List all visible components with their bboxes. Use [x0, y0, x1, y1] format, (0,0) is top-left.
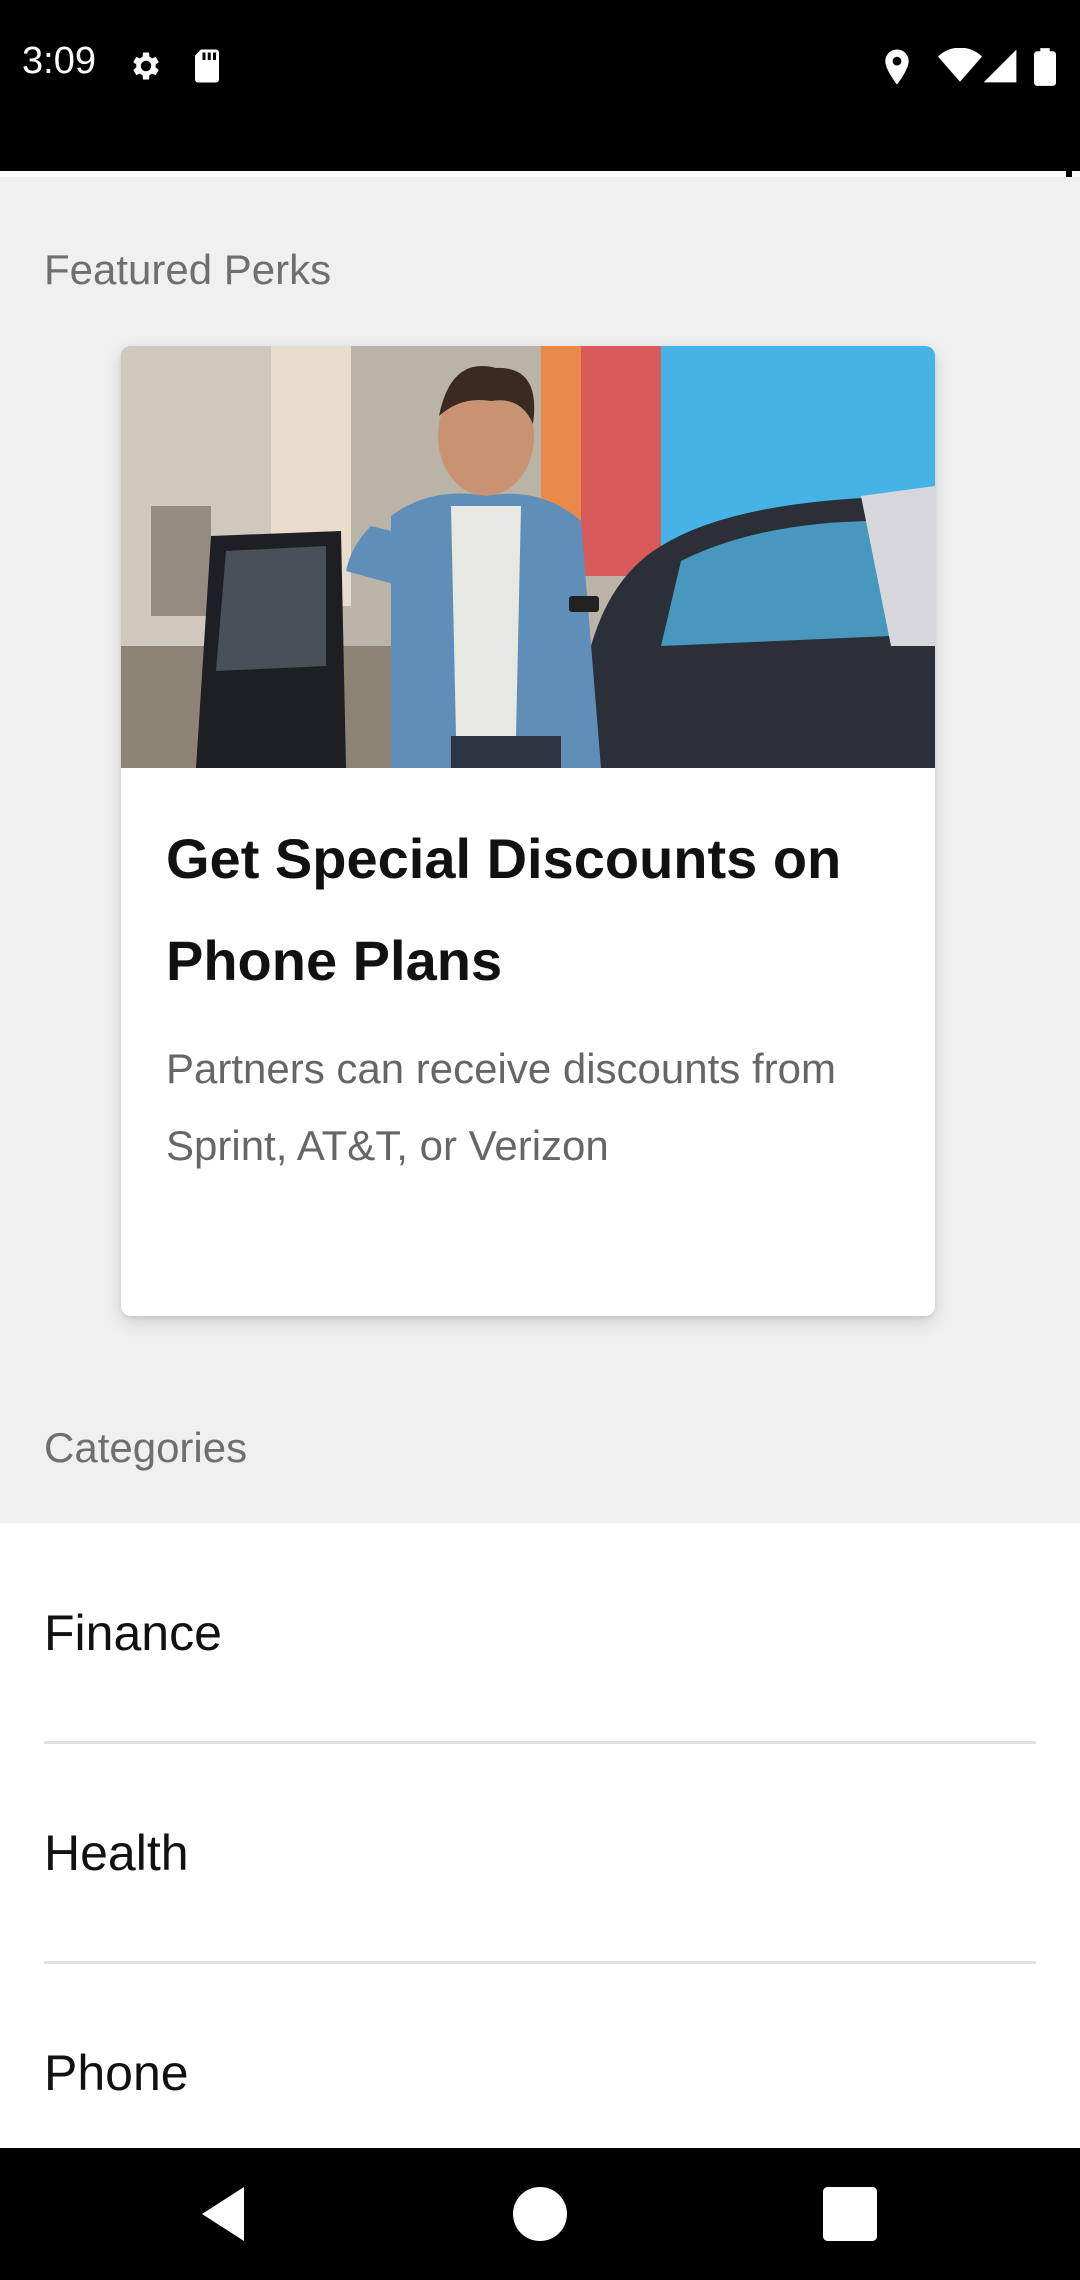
location-icon: [885, 49, 909, 85]
status-bar: 3:09: [0, 0, 1080, 171]
battery-icon: [1034, 48, 1056, 86]
back-icon[interactable]: [190, 2178, 262, 2250]
categories-heading: Categories: [44, 1424, 248, 1471]
navigation-bar: [0, 2148, 1080, 2280]
home-icon[interactable]: [504, 2178, 576, 2250]
card-image: [121, 346, 935, 768]
card-description: Partners can receive discounts from Spri…: [166, 1045, 836, 1169]
app-bar-edge: [0, 171, 1080, 177]
category-item-health[interactable]: Health: [0, 1743, 1080, 1963]
recents-icon[interactable]: [814, 2178, 886, 2250]
cell-signal-icon: [983, 49, 1017, 83]
featured-perks-heading: Featured Perks: [44, 246, 332, 293]
category-item-finance[interactable]: Finance: [0, 1523, 1080, 1743]
settings-icon: [133, 52, 159, 80]
status-time: 3:09: [22, 40, 96, 82]
card-title: Get Special Discounts on Phone Plans: [166, 827, 842, 992]
wifi-icon: [938, 48, 982, 82]
category-label: Finance: [44, 1605, 222, 1661]
category-label: Health: [44, 1825, 189, 1881]
sd-card-icon: [195, 49, 219, 83]
categories-list: Finance Health Phone: [0, 1523, 1080, 2148]
featured-perk-card[interactable]: Get Special Discounts on Phone Plans Par…: [121, 346, 935, 1316]
